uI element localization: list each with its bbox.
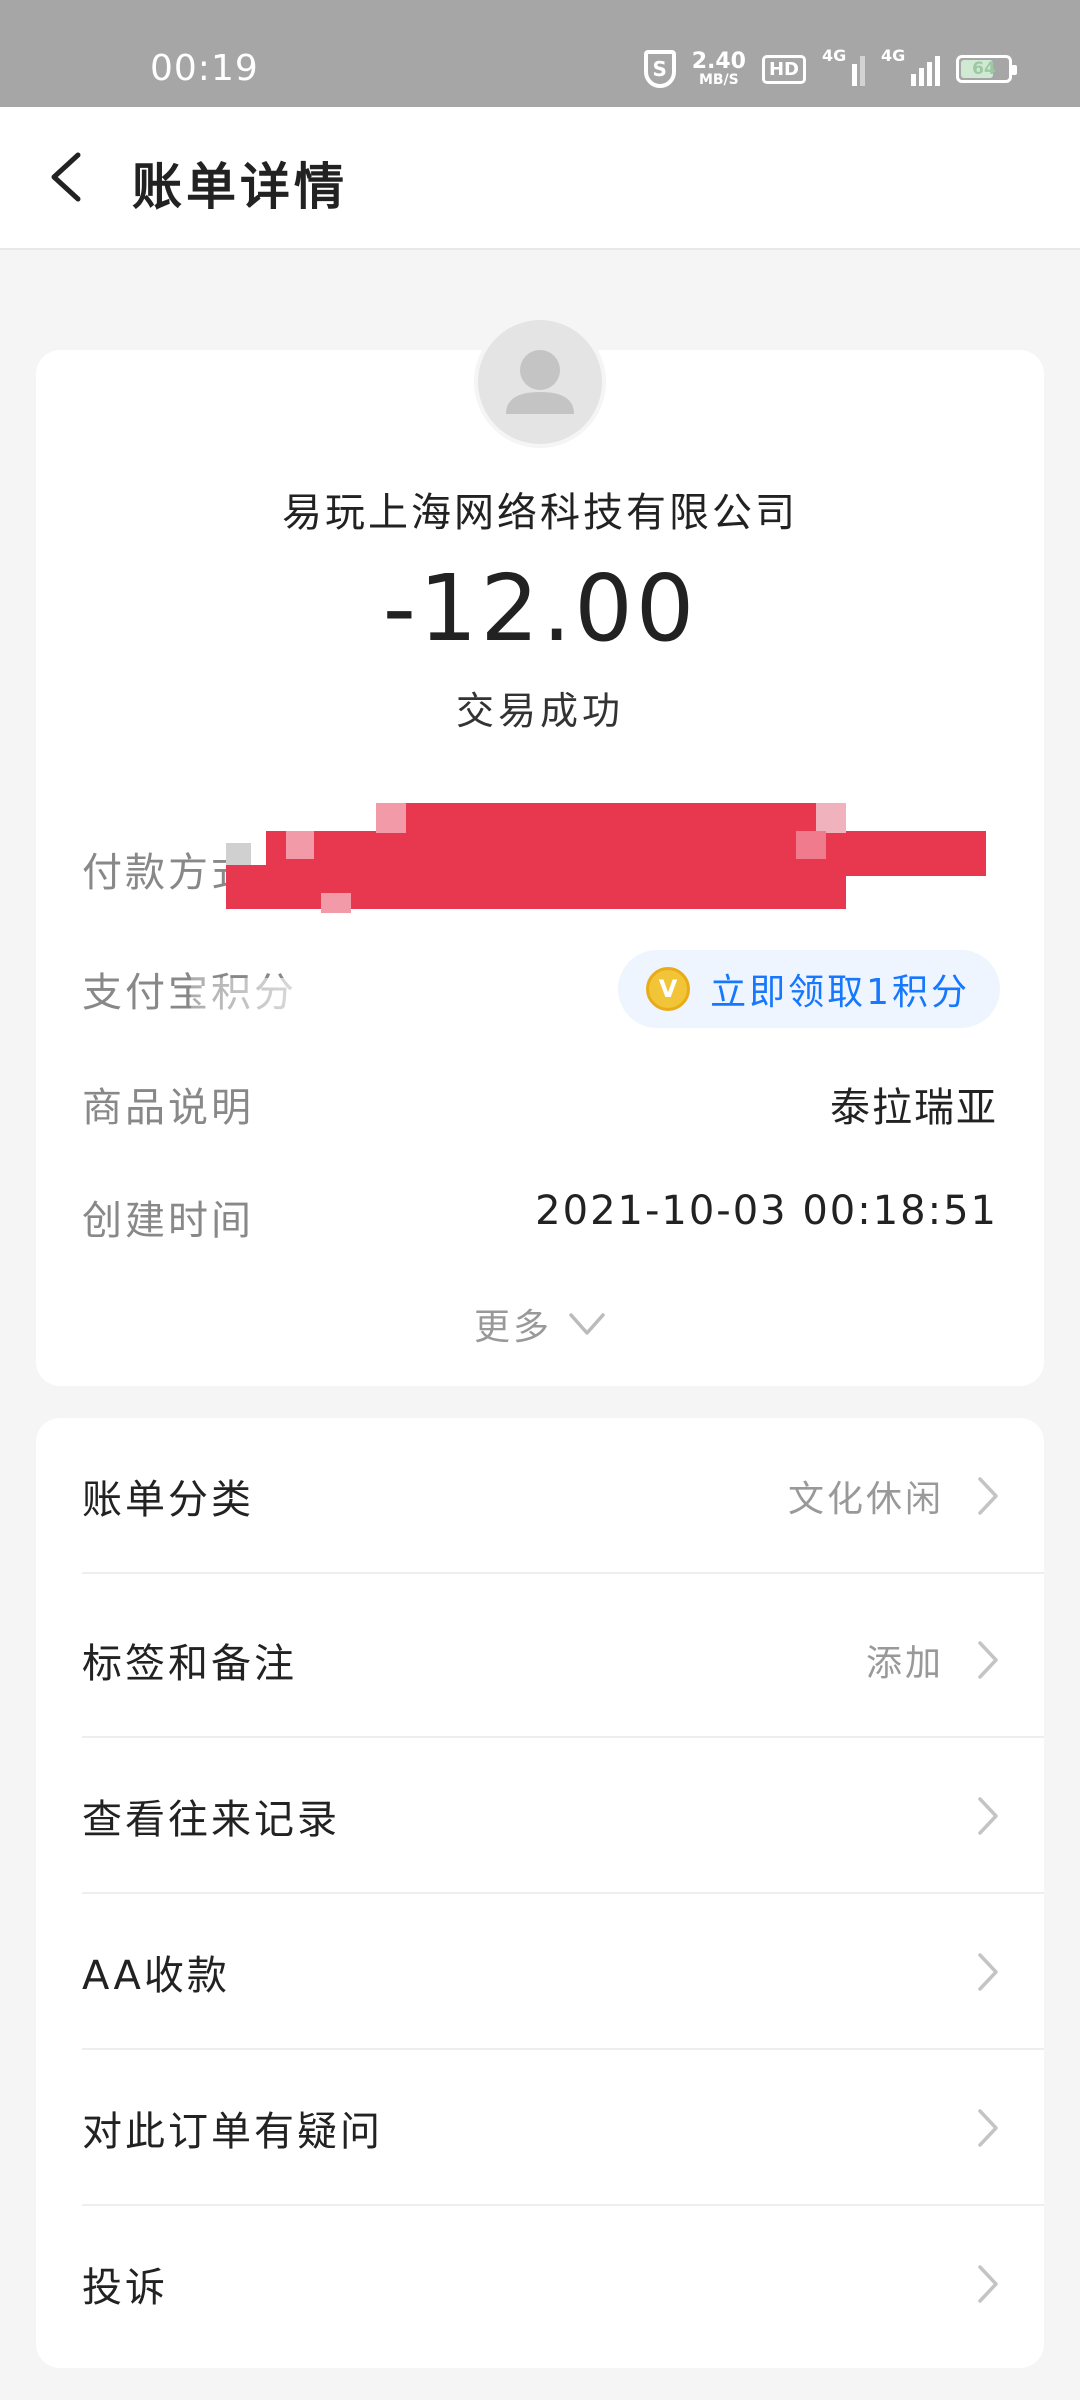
nav-bar: 账单详情 xyxy=(0,107,1080,250)
claim-points-label: 立即领取1积分 xyxy=(710,972,970,1013)
chevron-right-icon xyxy=(978,1797,998,1835)
menu-item-label: 投诉 xyxy=(82,2265,168,2311)
network-speed-unit: MB/S xyxy=(698,72,739,88)
product-description-value: 泰拉瑞亚 xyxy=(830,1085,998,1131)
page-title: 账单详情 xyxy=(132,158,348,216)
hd-voice-icon: HD xyxy=(761,54,806,84)
chevron-right-icon xyxy=(978,2109,998,2147)
battery-icon: 64 xyxy=(956,55,1017,83)
created-time-value: 2021-10-03 00:18:51 xyxy=(535,1188,998,1234)
more-details-label: 更多 xyxy=(473,1307,552,1348)
signal-icon-sim1: 4G xyxy=(822,46,865,86)
divider xyxy=(82,1572,1044,1574)
chevron-right-icon xyxy=(978,2265,998,2303)
menu-item-bill-category[interactable]: 账单分类 文化休闲 xyxy=(36,1418,1044,1574)
menu-item-transaction-history[interactable]: 查看往来记录 xyxy=(36,1738,1044,1894)
chevron-right-icon xyxy=(978,1641,998,1679)
bill-detail-card: 易玩上海网络科技有限公司 -12.00 交易成功 付款方式 支付宝积分 V 立即… xyxy=(36,316,1044,1386)
transaction-amount: -12.00 xyxy=(382,555,698,662)
status-time: 00:19 xyxy=(150,48,259,89)
user-placeholder-icon xyxy=(506,350,574,414)
menu-item-value: 文化休闲 xyxy=(787,1479,944,1520)
redaction-mark xyxy=(226,803,986,913)
menu-item-tags-notes[interactable]: 标签和备注 添加 xyxy=(36,1582,1044,1738)
network-speed-value: 2.40 xyxy=(691,49,746,74)
signal-icon-sim2: 4G xyxy=(881,46,940,86)
claim-points-button[interactable]: V 立即领取1积分 xyxy=(618,950,1000,1028)
status-icons: S 2.40 MB/S HD 4G 4G 64 xyxy=(643,44,1017,94)
menu-item-label: 查看往来记录 xyxy=(82,1797,340,1843)
menu-item-label: 标签和备注 xyxy=(82,1641,297,1687)
product-description-label: 商品说明 xyxy=(82,1085,254,1131)
sim2-network-label: 4G xyxy=(881,46,906,65)
status-bar: 00:19 S 2.40 MB/S HD 4G 4G 64 xyxy=(0,0,1080,107)
menu-item-label: 账单分类 xyxy=(82,1477,254,1523)
avatar xyxy=(478,320,602,444)
menu-item-order-question[interactable]: 对此订单有疑问 xyxy=(36,2050,1044,2206)
chevron-right-icon xyxy=(978,1477,998,1515)
battery-level: 64 xyxy=(972,59,996,79)
transaction-status: 交易成功 xyxy=(455,689,624,733)
merchant-name: 易玩上海网络科技有限公司 xyxy=(282,490,798,536)
menu-item-complaint[interactable]: 投诉 xyxy=(36,2206,1044,2362)
menu-item-aa-collect[interactable]: AA收款 xyxy=(36,1894,1044,2050)
menu-item-label: 对此订单有疑问 xyxy=(82,2109,383,2155)
bill-actions-card: 账单分类 文化休闲 标签和备注 添加 查看往来记录 AA收款 对此订单有疑问 投… xyxy=(36,1418,1044,2368)
menu-item-value: 添加 xyxy=(865,1643,944,1684)
created-time-label: 创建时间 xyxy=(82,1198,254,1244)
chevron-down-icon xyxy=(569,1313,605,1335)
chevron-right-icon xyxy=(978,1953,998,1991)
network-speed: 2.40 MB/S xyxy=(691,49,746,88)
more-details-toggle[interactable]: 更多 xyxy=(36,1298,1044,1350)
chevron-left-icon[interactable] xyxy=(40,147,100,207)
shield-icon: S xyxy=(643,50,676,88)
sim1-network-label: 4G xyxy=(822,46,847,65)
points-coin-icon: V xyxy=(646,967,691,1011)
menu-item-label: AA收款 xyxy=(82,1953,230,1999)
blur-mask xyxy=(191,978,341,1028)
